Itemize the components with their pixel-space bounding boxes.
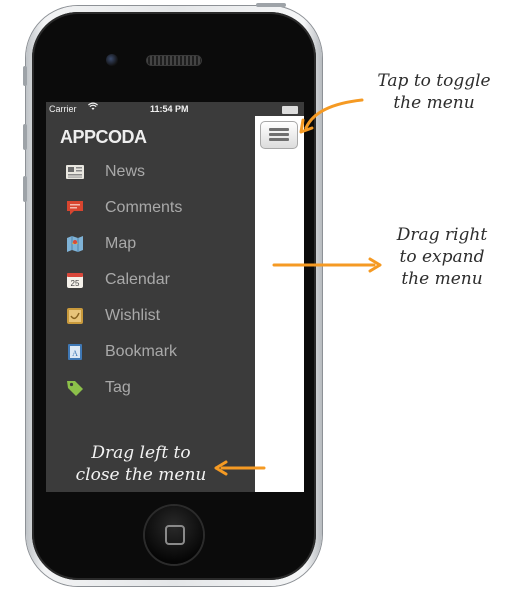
hamburger-bar bbox=[269, 138, 289, 141]
annotation-drag-right: Drag right to expand the menu bbox=[380, 224, 504, 290]
volume-up-button bbox=[23, 124, 27, 150]
carrier-label: Carrier bbox=[49, 104, 77, 114]
menu-toggle-button[interactable] bbox=[260, 121, 298, 149]
brand-title: APPCODA bbox=[60, 127, 147, 147]
earpiece-speaker bbox=[146, 55, 202, 66]
menu-item-comments[interactable]: Comments bbox=[46, 191, 255, 225]
phone-screen: Carrier 11:54 PM APPCODA News Comments M… bbox=[46, 102, 304, 492]
status-bar: Carrier 11:54 PM bbox=[46, 102, 304, 116]
mute-switch bbox=[23, 66, 27, 86]
slide-out-menu[interactable]: APPCODA News Comments Map 25 Calendar Wi… bbox=[46, 116, 255, 492]
menu-item-label: News bbox=[105, 163, 146, 180]
hamburger-bar bbox=[269, 133, 289, 136]
calendar-icon: 25 bbox=[65, 270, 85, 290]
annotation-line: the menu bbox=[393, 93, 475, 113]
annotation-line: Drag left to bbox=[91, 443, 191, 463]
tag-icon bbox=[65, 378, 85, 398]
svg-text:25: 25 bbox=[71, 279, 80, 288]
bookmark-icon: A bbox=[65, 342, 85, 362]
menu-item-bookmark[interactable]: A Bookmark bbox=[46, 335, 255, 369]
annotation-line: to expand bbox=[399, 247, 485, 267]
menu-item-news[interactable]: News bbox=[46, 155, 255, 189]
comment-icon bbox=[65, 198, 85, 218]
volume-down-button bbox=[23, 176, 27, 202]
menu-item-tag[interactable]: Tag bbox=[46, 371, 255, 405]
wifi-icon bbox=[88, 102, 98, 115]
annotation-line: Tap to toggle bbox=[377, 71, 491, 91]
menu-item-label: Calendar bbox=[105, 271, 170, 288]
front-camera bbox=[106, 54, 118, 66]
status-time: 11:54 PM bbox=[150, 104, 189, 114]
wishlist-icon bbox=[65, 306, 85, 326]
menu-item-label: Comments bbox=[105, 199, 183, 216]
menu-item-label: Bookmark bbox=[105, 343, 178, 360]
menu-item-wishlist[interactable]: Wishlist bbox=[46, 299, 255, 333]
menu-item-label: Map bbox=[105, 235, 137, 252]
sleep-button bbox=[256, 3, 286, 7]
map-icon bbox=[65, 234, 85, 254]
menu-item-map[interactable]: Map bbox=[46, 227, 255, 261]
annotation-line: close the menu bbox=[75, 465, 207, 485]
menu-item-label: Wishlist bbox=[105, 307, 161, 324]
annotation-line: Drag right bbox=[396, 225, 488, 245]
home-button-icon bbox=[165, 525, 185, 545]
newspaper-icon bbox=[65, 162, 85, 182]
hamburger-bar bbox=[269, 128, 289, 131]
battery-icon bbox=[282, 106, 298, 114]
annotation-toggle-menu: Tap to toggle the menu bbox=[364, 70, 504, 114]
annotation-line: the menu bbox=[401, 269, 483, 289]
menu-item-calendar[interactable]: 25 Calendar bbox=[46, 263, 255, 297]
svg-text:A: A bbox=[72, 349, 78, 358]
annotation-drag-left: Drag left to close the menu bbox=[56, 442, 226, 486]
main-content-peek[interactable] bbox=[255, 116, 304, 492]
menu-item-label: Tag bbox=[105, 379, 131, 396]
